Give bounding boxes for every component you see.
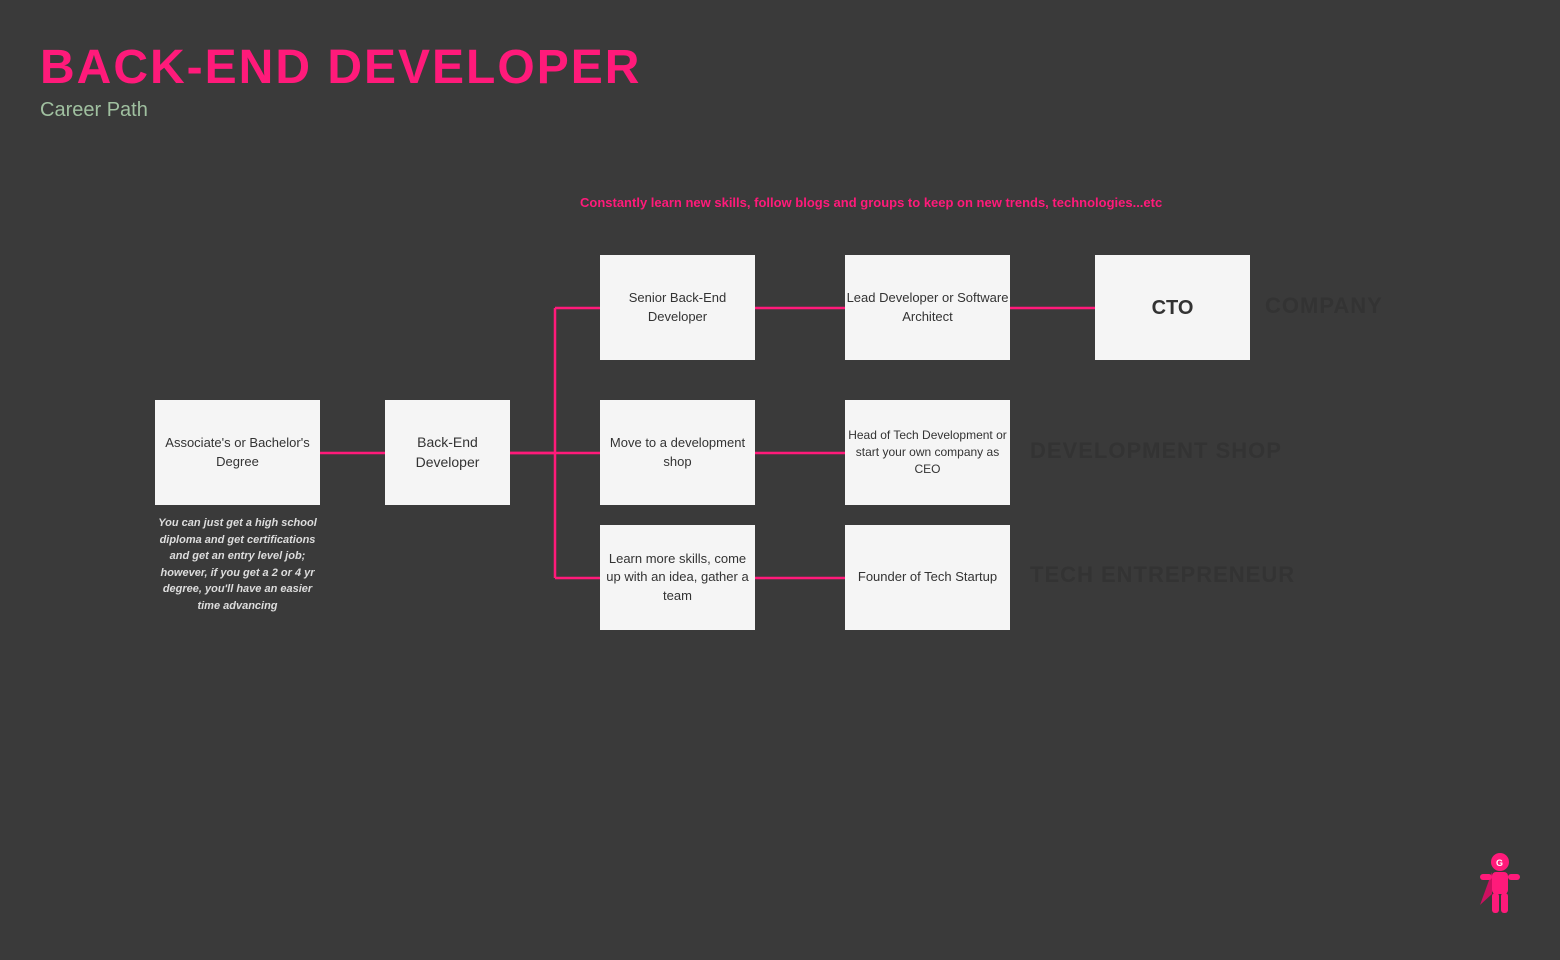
head-box: Head of Tech Development or start your o… <box>845 400 1010 505</box>
page-title: BACK-END DEVELOPER <box>40 40 641 95</box>
backend-box: Back-End Developer <box>385 400 510 505</box>
founder-box: Founder of Tech Startup <box>845 525 1010 630</box>
degree-note: You can just get a high school diploma a… <box>155 515 320 614</box>
startup-box: Learn more skills, come up with an idea,… <box>600 525 755 630</box>
entrepreneur-label: TECH ENTREPRENEUR <box>1030 562 1295 588</box>
superhero-icon: G <box>1470 850 1530 930</box>
header: BACK-END DEVELOPER Career Path <box>40 40 641 122</box>
cto-box: CTO <box>1095 255 1250 360</box>
devshop-box: Move to a development shop <box>600 400 755 505</box>
company-label: COMPANY <box>1265 293 1383 319</box>
degree-box: Associate's or Bachelor's Degree <box>155 400 320 505</box>
devshop-label: DEVELOPMENT SHOP <box>1030 438 1282 464</box>
page-subtitle: Career Path <box>40 99 641 122</box>
svg-text:G: G <box>1496 858 1503 868</box>
lead-box: Lead Developer or Software Architect <box>845 255 1010 360</box>
tip-text: Constantly learn new skills, follow blog… <box>580 195 1162 210</box>
senior-box: Senior Back-End Developer <box>600 255 755 360</box>
